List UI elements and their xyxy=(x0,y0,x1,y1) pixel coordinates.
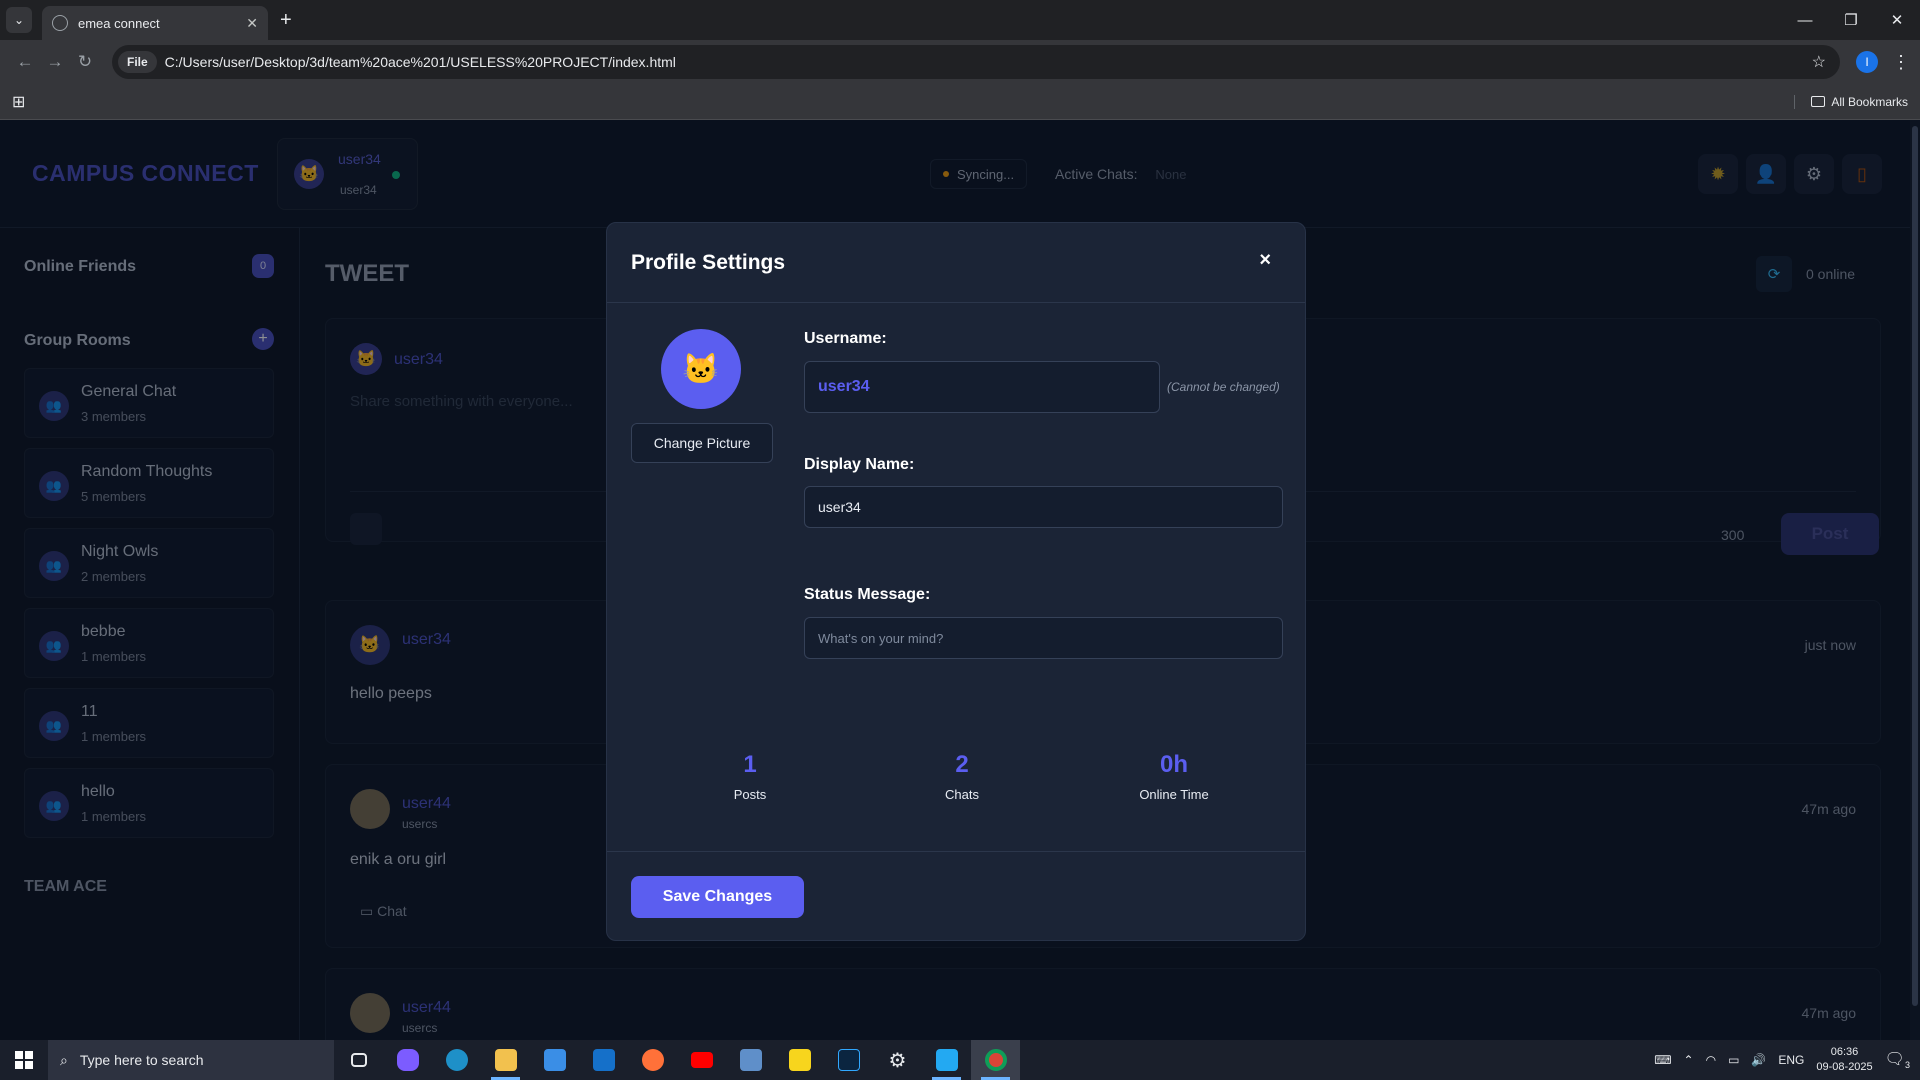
tab-search-chevron-icon[interactable]: ⌄ xyxy=(6,7,32,33)
reload-icon[interactable]: ↻ xyxy=(70,52,100,72)
save-changes-button[interactable]: Save Changes xyxy=(631,876,804,918)
store-icon[interactable] xyxy=(530,1040,579,1080)
forward-icon[interactable]: → xyxy=(40,52,70,72)
bookmark-star-icon[interactable]: ☆ xyxy=(1812,52,1826,72)
keyboard-icon[interactable]: ⌨ xyxy=(1654,1053,1671,1067)
url-text[interactable]: C:/Users/user/Desktop/3d/team%20ace%201/… xyxy=(165,54,1812,70)
display-name-label: Display Name: xyxy=(804,456,915,473)
new-tab-button[interactable]: + xyxy=(280,9,292,32)
start-button[interactable] xyxy=(0,1040,48,1080)
minimize-icon[interactable]: — xyxy=(1782,0,1828,40)
stat-label: Online Time xyxy=(1139,787,1209,802)
taskbar-search[interactable]: ⌕ Type here to search xyxy=(48,1040,334,1080)
sticky-notes-icon[interactable] xyxy=(775,1040,824,1080)
all-bookmarks-button[interactable]: All Bookmarks xyxy=(1794,94,1908,109)
menu-kebab-icon[interactable]: ⋮ xyxy=(1892,52,1910,73)
taskbar-search-placeholder: Type here to search xyxy=(79,1052,204,1068)
windows-taskbar: ⌕ Type here to search ⚙ ⌨ ⌃ ◠ ▭ 🔊 ENG 06… xyxy=(0,1040,1920,1080)
file-explorer-icon[interactable] xyxy=(481,1040,530,1080)
windows-logo-icon xyxy=(15,1051,33,1069)
task-view-icon[interactable] xyxy=(334,1040,383,1080)
status-message-field[interactable]: What's on your mind? xyxy=(804,617,1283,659)
remote-desktop-icon[interactable] xyxy=(726,1040,775,1080)
address-bar[interactable]: File C:/Users/user/Desktop/3d/team%20ace… xyxy=(112,45,1840,79)
all-bookmarks-label: All Bookmarks xyxy=(1831,94,1908,109)
modal-header: Profile Settings × xyxy=(607,223,1305,303)
browser-tab[interactable]: emea connect ✕ xyxy=(42,6,268,40)
youtube-icon[interactable] xyxy=(677,1040,726,1080)
network-icon[interactable]: ◠ xyxy=(1706,1053,1716,1067)
stat-label: Posts xyxy=(733,787,767,802)
search-icon: ⌕ xyxy=(60,1051,68,1068)
outlook-icon[interactable] xyxy=(579,1040,628,1080)
stat-label: Chats xyxy=(945,787,979,802)
notification-count: 3 xyxy=(1904,1060,1910,1071)
modal-title: Profile Settings xyxy=(631,251,786,274)
copilot-icon[interactable] xyxy=(383,1040,432,1080)
bookmarks-bar: ⊞ All Bookmarks xyxy=(0,84,1920,120)
clock-time: 06:36 xyxy=(1830,1046,1859,1058)
stat-value: 0h xyxy=(1159,751,1188,778)
photoshop-icon[interactable] xyxy=(824,1040,873,1080)
apps-grid-icon[interactable]: ⊞ xyxy=(12,92,25,112)
settings-gear-icon[interactable]: ⚙ xyxy=(873,1040,922,1080)
language-indicator[interactable]: ENG xyxy=(1778,1053,1804,1067)
page-scrollbar[interactable] xyxy=(1910,120,1920,1040)
firefox-icon[interactable] xyxy=(628,1040,677,1080)
clock[interactable]: 06:36 09-08-2025 xyxy=(1816,1045,1872,1075)
restore-icon[interactable]: ❐ xyxy=(1828,0,1874,40)
display-name-field[interactable]: user34 xyxy=(804,486,1283,528)
username-field: user34 xyxy=(804,361,1160,413)
profile-settings-modal: Profile Settings × 🐱 Change Picture User… xyxy=(606,222,1306,941)
username-label: Username: xyxy=(804,330,887,347)
chrome-icon[interactable] xyxy=(971,1040,1020,1080)
system-tray: ⌨ ⌃ ◠ ▭ 🔊 ENG 06:36 09-08-2025 🗨3 xyxy=(1654,1045,1920,1075)
back-icon[interactable]: ← xyxy=(10,52,40,72)
edge-icon[interactable] xyxy=(432,1040,481,1080)
stat-chats: 2 Chats xyxy=(902,751,1022,802)
close-tab-icon[interactable]: ✕ xyxy=(246,15,258,32)
scrollbar-thumb[interactable] xyxy=(1912,126,1918,1006)
close-window-icon[interactable]: ✕ xyxy=(1874,0,1920,40)
folder-icon xyxy=(1811,96,1826,107)
change-picture-button[interactable]: Change Picture xyxy=(631,423,773,463)
stat-value: 2 xyxy=(955,751,969,778)
profile-avatar[interactable]: I xyxy=(1856,51,1878,73)
browser-toolbar: ← → ↻ File C:/Users/user/Desktop/3d/team… xyxy=(0,40,1920,84)
app-root: CAMPUS CONNECT 🐱 user34 user34 Syncing..… xyxy=(0,120,1920,1078)
stat-value: 1 xyxy=(743,751,757,778)
tab-title: emea connect xyxy=(78,15,160,31)
notification-icon[interactable]: 🗨3 xyxy=(1885,1049,1910,1070)
vscode-icon[interactable] xyxy=(922,1040,971,1080)
stat-online-time: 0h Online Time xyxy=(1114,751,1234,802)
browser-tab-strip: ⌄ emea connect ✕ + — ❐ ✕ xyxy=(0,0,1920,40)
close-icon[interactable]: × xyxy=(1259,249,1271,272)
status-message-label: Status Message: xyxy=(804,586,931,603)
site-info-chip[interactable]: File xyxy=(118,51,157,73)
stat-posts: 1 Posts xyxy=(690,751,810,802)
modal-footer-divider xyxy=(607,851,1305,852)
battery-icon[interactable]: ▭ xyxy=(1728,1053,1739,1067)
chevron-up-icon[interactable]: ⌃ xyxy=(1684,1053,1694,1067)
clock-date: 09-08-2025 xyxy=(1816,1061,1873,1073)
volume-icon[interactable]: 🔊 xyxy=(1751,1053,1766,1067)
globe-icon xyxy=(52,15,68,31)
cat-avatar-icon: 🐱 xyxy=(661,329,741,409)
username-note: (Cannot be changed) xyxy=(1167,380,1280,394)
